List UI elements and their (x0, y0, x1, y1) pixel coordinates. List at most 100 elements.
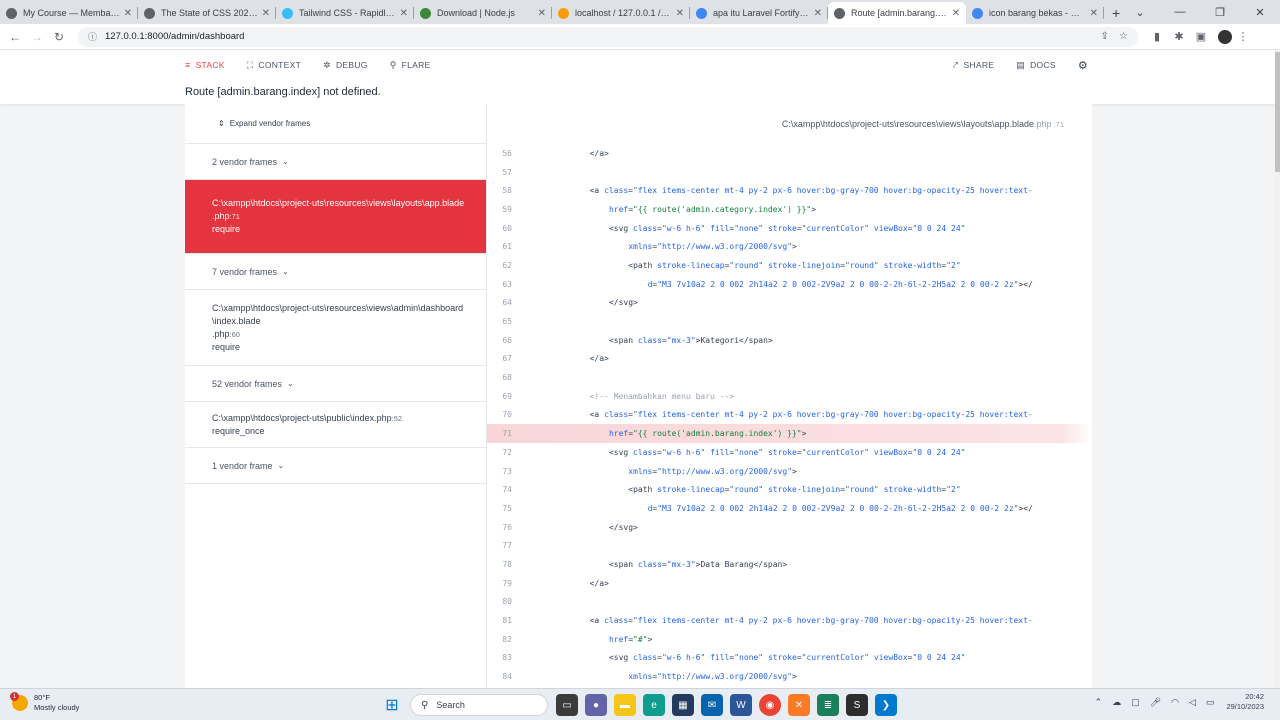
code-token: "2" (946, 485, 961, 495)
tab-close-icon[interactable]: ✕ (676, 8, 684, 19)
page-scrollbar[interactable] (1275, 50, 1280, 688)
mail-icon[interactable]: ✉ (701, 694, 723, 716)
browser-tab[interactable]: Route [admin.barang.inde... ✕ (828, 2, 966, 24)
close-window-icon[interactable]: ✕ (1240, 0, 1280, 24)
tab-close-icon[interactable]: ✕ (952, 8, 960, 19)
tab-close-icon[interactable]: ✕ (814, 8, 822, 19)
nav-flare[interactable]: ⚲ FLARE (390, 60, 431, 71)
nav-stack[interactable]: ≡ STACK (185, 60, 225, 70)
expand-vendor-button[interactable]: ⇕ Expand vendor frames (212, 116, 316, 131)
weather-temp: 80°F (34, 693, 50, 702)
task-view-icon[interactable]: ▭ (556, 694, 578, 716)
sublime-icon[interactable]: S (846, 694, 868, 716)
chevron-down-icon: ⌄ (282, 267, 289, 276)
tab-close-icon[interactable]: ✕ (400, 8, 408, 19)
nav-docs[interactable]: ▤ DOCS (1016, 60, 1056, 71)
vendor-frames-group[interactable]: 2 vendor frames ⌄ (185, 144, 486, 180)
code-token: ></ (1018, 503, 1033, 513)
nav-context[interactable]: ⛶ CONTEXT (247, 60, 301, 71)
edge-icon[interactable]: e (643, 694, 665, 716)
google-icon (972, 7, 983, 19)
browser-menu-icon[interactable]: ⋮ (1232, 30, 1254, 43)
tab-search-icon[interactable]: ⌄ (1120, 0, 1160, 24)
browser-tab[interactable]: The State of CSS 2021: CS... ✕ (138, 2, 276, 24)
network-status-icon[interactable]: ☁ (1112, 697, 1121, 708)
tab-close-icon[interactable]: ✕ (538, 8, 546, 19)
taskbar-search[interactable]: ⚲ Search (410, 694, 548, 716)
stack-frame-active[interactable]: C:\xampp\htdocs\project-uts\resources\vi… (185, 180, 486, 254)
tab-title: Route [admin.barang.inde... (851, 8, 948, 18)
restore-icon[interactable]: ❐ (1200, 0, 1240, 24)
scrollbar-thumb[interactable] (1275, 52, 1280, 172)
vscode-icon[interactable]: ❯ (875, 694, 897, 716)
volume-icon[interactable]: ◁ (1189, 697, 1196, 708)
nav-debug[interactable]: ✲ DEBUG (323, 60, 368, 71)
settings-gear-icon[interactable]: ⚙ (1078, 59, 1088, 72)
tab-close-icon[interactable]: ✕ (262, 8, 270, 19)
wifi-icon[interactable]: ◠ (1171, 697, 1179, 708)
back-icon[interactable]: ← (4, 30, 26, 44)
context-icon: ⛶ (246, 59, 254, 70)
vendor-frames-group[interactable]: 7 vendor frames ⌄ (185, 254, 486, 290)
windows-start-icon[interactable]: ⊞ (381, 694, 403, 716)
weather-widget[interactable]: 1 80°F Mostly cloudy (10, 692, 79, 713)
line-source: xmlns="http://www.w3.org/2000/svg"> (512, 672, 797, 681)
word-icon[interactable]: W (730, 694, 752, 716)
vendor-frames-label: 7 vendor frames (212, 266, 278, 277)
code-token: "w-6 h-6" (661, 223, 711, 233)
browser-tab[interactable]: icon barang bekas - Goog... ✕ (966, 2, 1104, 24)
file-explorer-icon[interactable]: ▬ (614, 694, 636, 716)
code-token: > (801, 429, 807, 439)
tab-close-icon[interactable]: ✕ (124, 8, 132, 19)
line-source: </a> (512, 579, 609, 588)
onedrive-icon[interactable]: ▢ (1131, 697, 1140, 708)
line-source: </a> (512, 149, 609, 158)
site-info-icon[interactable]: ⓘ (88, 30, 97, 43)
vendor-frames-group[interactable]: 52 vendor frames ⌄ (185, 366, 486, 402)
line-number: 76 (502, 522, 512, 532)
tab-close-icon[interactable]: ✕ (1090, 8, 1098, 19)
url-field[interactable]: ⓘ 127.0.0.1:8000/admin/dashboard ⇪ ☆ (78, 26, 1138, 47)
nav-share[interactable]: ⤤ SHARE (953, 60, 994, 71)
windows-taskbar: 1 80°F Mostly cloudy ⊞ ⚲ Search ▭ ● ▬ e ▦ … (0, 688, 1280, 720)
line-source: xmlns="http://www.w3.org/2000/svg"> (512, 467, 797, 476)
file-path-header[interactable]: C:\xampp\htdocs\project-uts\resources\vi… (487, 104, 1092, 144)
stack-frame[interactable]: C:\xampp\htdocs\project-uts\public\index… (185, 402, 486, 448)
forward-icon[interactable]: → (26, 30, 48, 44)
notepad-icon[interactable]: ≣ (817, 694, 839, 716)
profile-avatar[interactable] (1218, 29, 1232, 44)
browser-tab[interactable]: My Course — Membangu... ✕ (0, 2, 138, 24)
reload-icon[interactable]: ↻ (48, 30, 70, 44)
share-page-icon[interactable]: ⇪ (1101, 31, 1109, 42)
line-number: 84 (502, 672, 512, 682)
side-panel-icon[interactable]: ▣ (1190, 30, 1212, 43)
browser-tab[interactable]: localhost / 127.0.0.1 / db... ✕ (552, 2, 690, 24)
browser-tab[interactable]: apa itu Laravel Fortify - Pe... ✕ (690, 2, 828, 24)
vendor-frames-group[interactable]: 1 vendor frame ⌄ (185, 448, 486, 484)
code-token: class (633, 653, 658, 663)
battery-icon[interactable]: ▭ (1206, 697, 1215, 708)
line-source: <svg class="w-6 h-6" fill="none" stroke=… (512, 223, 966, 233)
code-line: 60 <svg class="w-6 h-6" fill="none" strok… (487, 219, 1092, 238)
tray-overflow-icon[interactable]: ⌃ (1095, 697, 1103, 708)
chrome-icon[interactable]: ◉ (759, 694, 781, 716)
store-icon[interactable]: ▦ (672, 694, 694, 716)
taskbar-clock[interactable]: 20:42 29/10/2023 (1226, 692, 1264, 712)
xampp-icon[interactable]: ✕ (788, 694, 810, 716)
bookmark-star-icon[interactable]: ☆ (1119, 31, 1128, 42)
extension-icon[interactable]: ▮ (1146, 30, 1168, 43)
frame-line: :71 (229, 212, 240, 221)
expand-icon: ⇕ (218, 119, 225, 128)
microphone-icon[interactable]: 🎤︎ (1150, 697, 1161, 708)
stack-frame[interactable]: C:\xampp\htdocs\project-uts\resources\vi… (185, 290, 486, 366)
code-token: </svg> (608, 298, 638, 308)
code-token: >Data Barang</span> (695, 559, 788, 569)
puzzle-icon[interactable]: ✱ (1168, 30, 1190, 43)
chat-icon[interactable]: ● (585, 694, 607, 716)
browser-tab[interactable]: Download | Node.js ✕ (414, 2, 552, 24)
code-token: "w-6 h-6" (661, 653, 711, 663)
code-line: 56 </a> (487, 144, 1092, 163)
browser-tab[interactable]: Tailwind CSS - Rapidly bu... ✕ (276, 2, 414, 24)
minimize-icon[interactable]: — (1160, 0, 1200, 24)
code-token: xmlns (628, 466, 653, 476)
